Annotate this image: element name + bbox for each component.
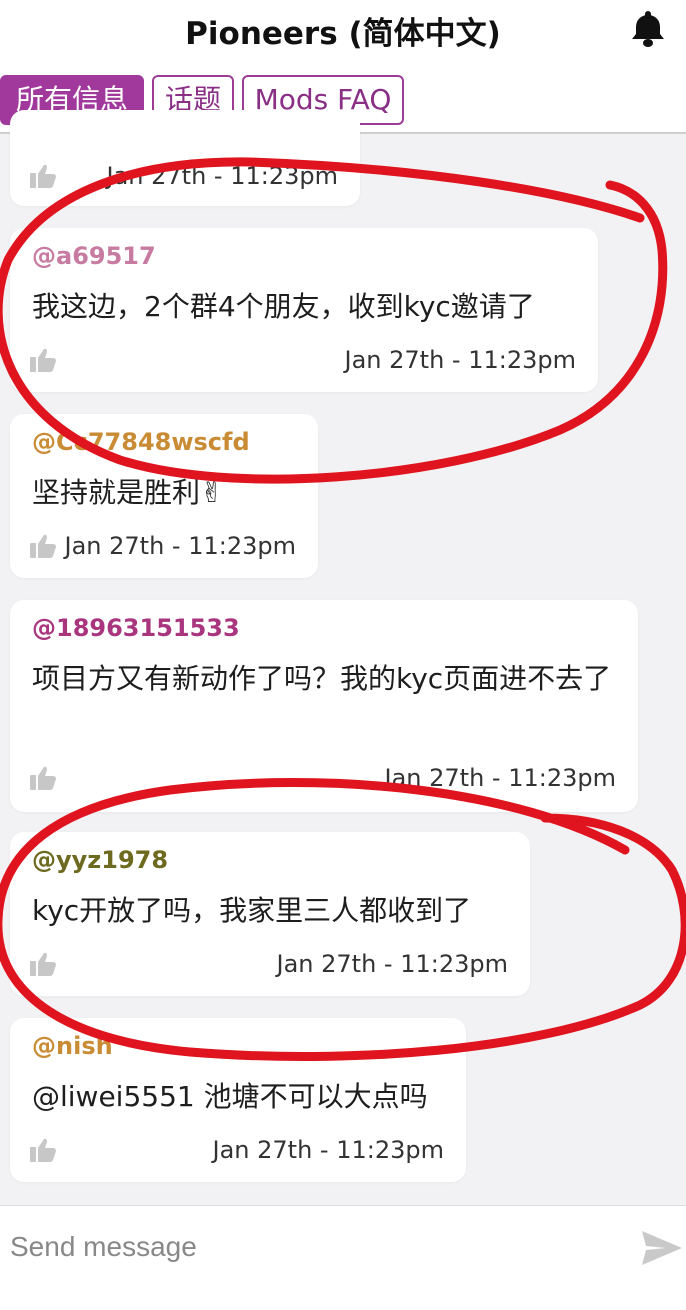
thumbs-up-icon[interactable]: [28, 1136, 58, 1164]
message-timestamp: Jan 27th - 11:23pm: [276, 950, 508, 978]
message-card: @a69517 我这边，2个群4个朋友，收到kyc邀请了 Jan 27th - …: [10, 228, 598, 392]
message-username[interactable]: @yyz1978: [32, 846, 168, 874]
bell-icon[interactable]: [628, 8, 668, 48]
message-text: 坚持就是胜利✌: [32, 476, 224, 509]
thumbs-up-icon[interactable]: [28, 532, 58, 560]
message-card: Jan 27th - 11:23pm: [10, 110, 360, 206]
thumbs-up-icon[interactable]: [28, 764, 58, 792]
message-timestamp: Jan 27th - 11:23pm: [212, 1136, 444, 1164]
message-text: @liwei5551 池塘不可以大点吗: [32, 1080, 428, 1113]
send-message-input[interactable]: [8, 1226, 612, 1268]
message-card: @nish @liwei5551 池塘不可以大点吗 Jan 27th - 11:…: [10, 1018, 466, 1182]
message-card: @18963151533 项目方又有新动作了吗？我的kyc页面进不去了 Jan …: [10, 600, 638, 812]
message-timestamp: Jan 27th - 11:23pm: [106, 162, 338, 190]
message-text: 项目方又有新动作了吗？我的kyc页面进不去了: [32, 662, 612, 695]
message-text: kyc开放了吗，我家里三人都收到了: [32, 894, 472, 927]
message-composer: [0, 1205, 686, 1310]
thumbs-up-icon[interactable]: [28, 950, 58, 978]
message-username[interactable]: @18963151533: [32, 614, 240, 642]
thumbs-up-icon[interactable]: [28, 346, 58, 374]
thumbs-up-icon[interactable]: [28, 162, 58, 190]
message-text: 我这边，2个群4个朋友，收到kyc邀请了: [32, 290, 535, 323]
message-timestamp: Jan 27th - 11:23pm: [64, 532, 296, 560]
message-card: @Cc77848wscfd 坚持就是胜利✌ Jan 27th - 11:23pm: [10, 414, 318, 578]
message-card: @yyz1978 kyc开放了吗，我家里三人都收到了 Jan 27th - 11…: [10, 832, 530, 996]
message-timestamp: Jan 27th - 11:23pm: [344, 346, 576, 374]
message-username[interactable]: @nish: [32, 1032, 113, 1060]
send-icon[interactable]: [640, 1228, 684, 1268]
message-username[interactable]: @a69517: [32, 242, 156, 270]
message-timestamp: Jan 27th - 11:23pm: [384, 764, 616, 792]
message-username[interactable]: @Cc77848wscfd: [32, 428, 250, 456]
page-title: Pioneers (简体中文): [185, 16, 501, 52]
